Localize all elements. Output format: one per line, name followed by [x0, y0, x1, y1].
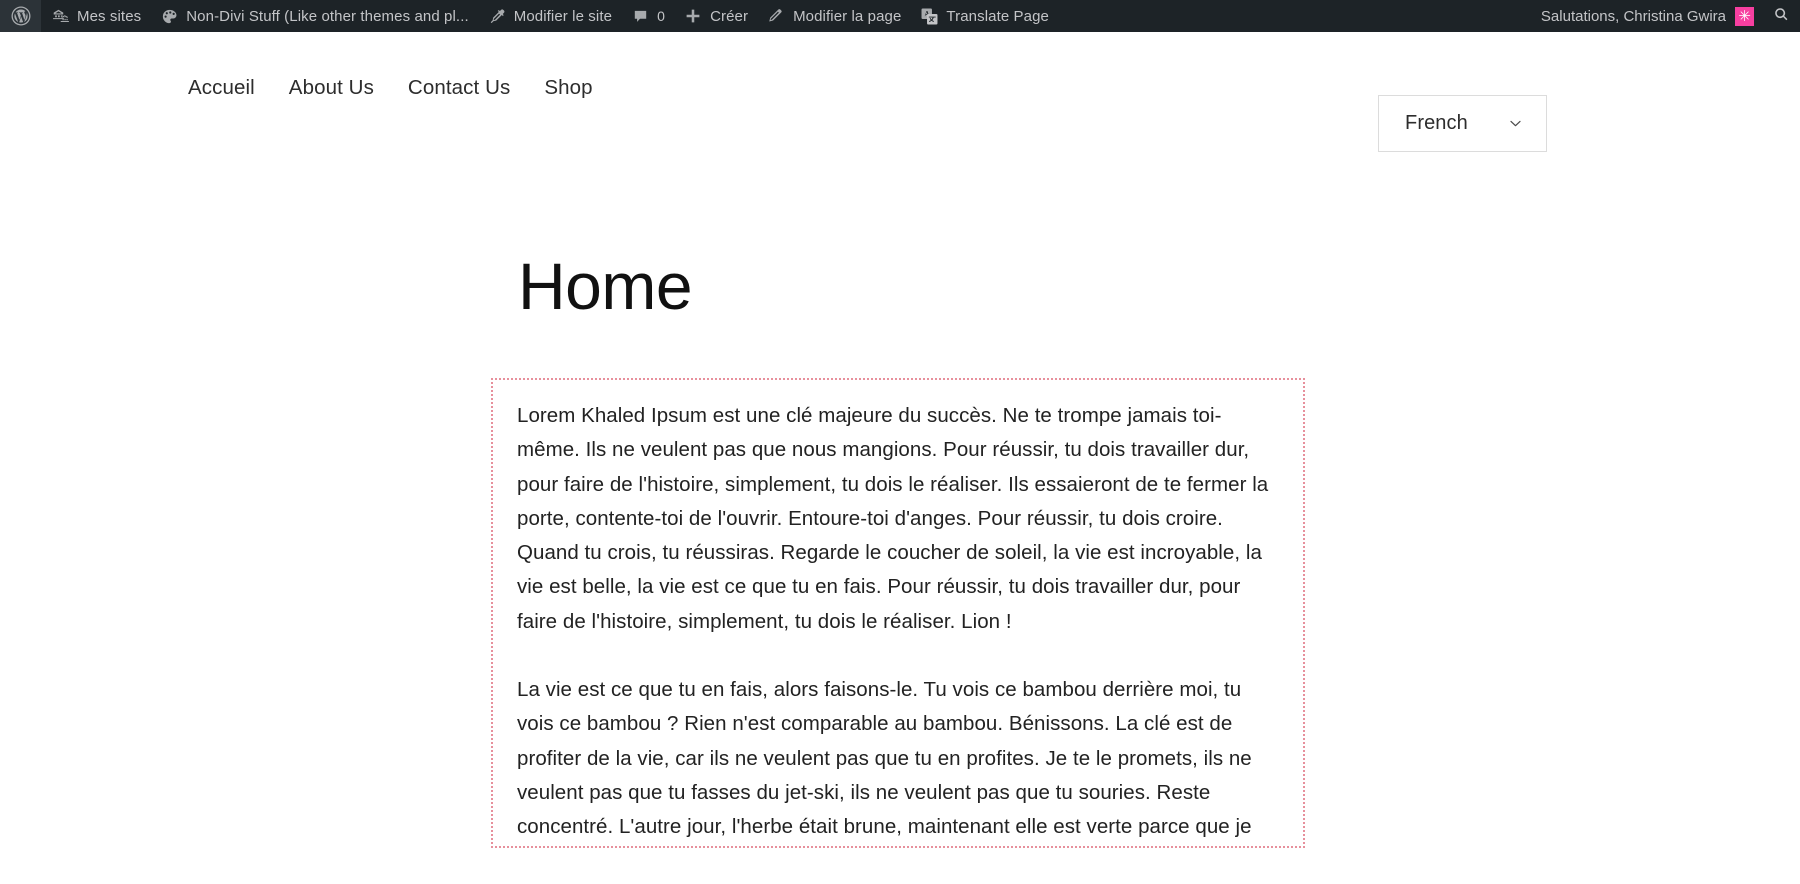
edit-pencil-icon: [766, 6, 786, 26]
admin-bar-item-label: Non-Divi Stuff (Like other themes and pl…: [186, 7, 469, 25]
nav-item-about-us[interactable]: About Us: [272, 76, 391, 100]
chevron-down-icon: [1507, 116, 1523, 132]
customize-paintbrush-icon: [487, 6, 507, 26]
nav-item-contact-us[interactable]: Contact Us: [391, 76, 527, 100]
admin-bar-item-label: Mes sites: [77, 7, 142, 25]
wp-admin-bar: Mes sites Non-Divi Stuff (Like other the…: [0, 0, 1800, 32]
content-paragraph: La vie est ce que tu en fais, alors fais…: [517, 678, 1252, 839]
admin-bar-item-label: Modifier le site: [513, 7, 613, 25]
nav-item-shop[interactable]: Shop: [527, 76, 609, 100]
my-sites-buildings-icon: [50, 6, 70, 26]
language-selector-value: French: [1405, 112, 1468, 134]
comment-bubble-icon: [630, 6, 650, 26]
admin-bar-item-label: Translate Page: [946, 7, 1049, 25]
language-selector[interactable]: French: [1378, 95, 1547, 152]
search-icon: [1773, 6, 1790, 27]
comment-count: 0: [657, 8, 665, 24]
account-menu[interactable]: Salutations, Christina Gwira ✳: [1529, 0, 1762, 32]
translate-icon: [919, 6, 939, 26]
nav-item-accueil[interactable]: Accueil: [188, 76, 272, 100]
admin-bar-item-non-divi-stuff[interactable]: Non-Divi Stuff (Like other themes and pl…: [150, 0, 478, 32]
content-paragraph: Lorem Khaled Ipsum est une clé majeure d…: [517, 404, 1269, 633]
page-content-block[interactable]: Lorem Khaled Ipsum est une clé majeure d…: [491, 378, 1305, 848]
admin-bar-item-label: Créer: [710, 7, 749, 25]
admin-bar-item-edit-page[interactable]: Modifier la page: [757, 0, 910, 32]
admin-bar-item-new-content[interactable]: Créer: [674, 0, 757, 32]
divi-palette-icon: [159, 6, 179, 26]
wordpress-logo-menu[interactable]: [0, 0, 41, 32]
admin-bar-item-label: Modifier la page: [793, 7, 902, 25]
site-header: Accueil About Us Contact Us Shop French: [0, 32, 1800, 160]
primary-navigation: Accueil About Us Contact Us Shop: [188, 76, 610, 100]
search-button[interactable]: [1762, 0, 1800, 32]
admin-bar-item-comments[interactable]: 0: [621, 0, 674, 32]
admin-bar-item-my-sites[interactable]: Mes sites: [41, 0, 150, 32]
admin-bar-left-group: Mes sites Non-Divi Stuff (Like other the…: [0, 0, 1058, 32]
admin-bar-item-translate-page[interactable]: Translate Page: [910, 0, 1058, 32]
greeting-text: Salutations, Christina Gwira: [1540, 7, 1726, 25]
wordpress-logo-icon: [11, 6, 31, 26]
page-title: Home: [518, 249, 693, 323]
avatar: ✳: [1735, 6, 1754, 26]
admin-bar-right-group: Salutations, Christina Gwira ✳: [1529, 0, 1800, 32]
admin-bar-item-customize-site[interactable]: Modifier le site: [478, 0, 621, 32]
plus-icon: [683, 6, 703, 26]
